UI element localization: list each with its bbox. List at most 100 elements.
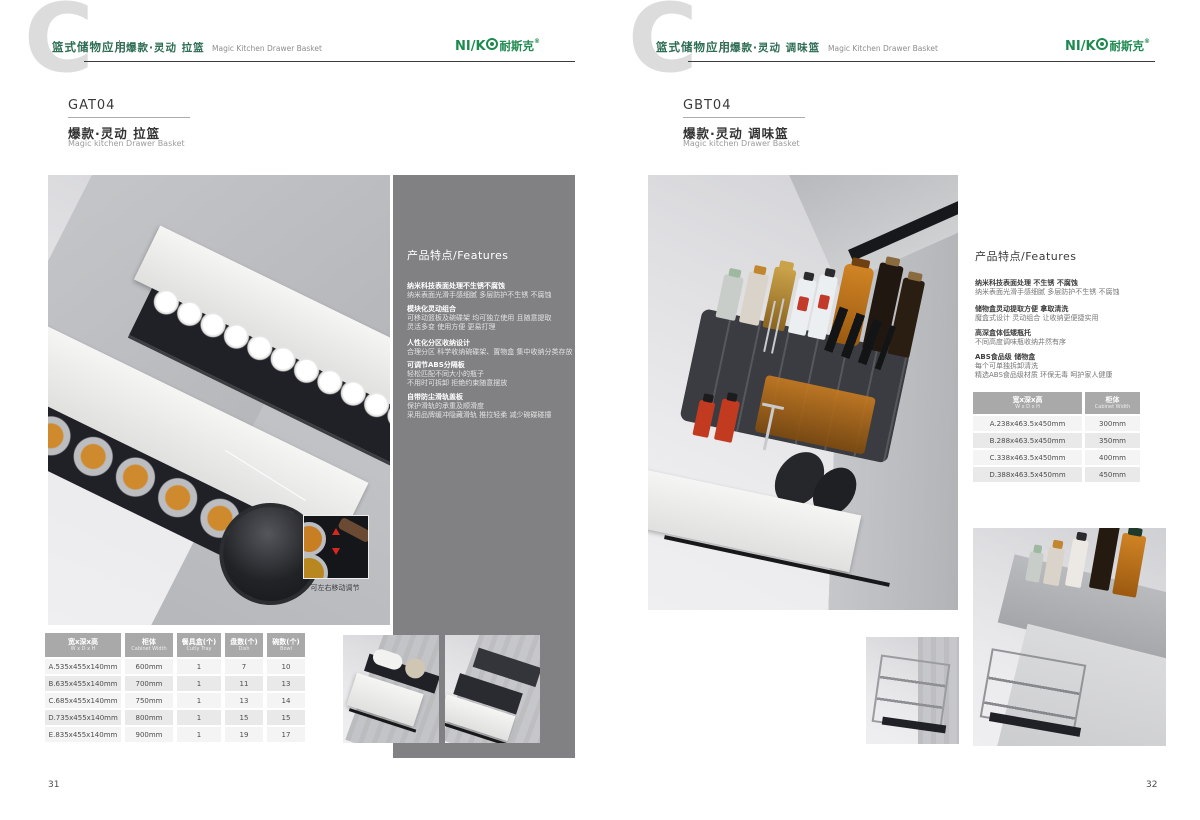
table-cell: A.535x455x140mm	[45, 659, 121, 674]
table-cell: C.338x463.5x450mm	[973, 450, 1082, 465]
bottle	[1065, 538, 1089, 588]
feature-line: 每个可单独拆卸清洗	[975, 362, 1112, 371]
table-cell: 15	[267, 710, 305, 725]
bottle-cap	[779, 260, 794, 271]
product-name-en: Magic kitchen Drawer Basket	[683, 139, 800, 148]
series-title: 爆款·灵动 调味篮	[730, 40, 820, 55]
header-divider	[119, 40, 120, 53]
main-photo-drawer-basket: 可左右移动调节	[48, 175, 390, 625]
feature-group: 可调节ABS分隔板 轻松匹配不同大小的瓶子 不用时可拆卸 拒绝约束随意摆放	[407, 361, 507, 388]
up-arrow-icon	[332, 528, 340, 535]
header-divider	[723, 40, 724, 53]
inset-handle	[337, 517, 369, 544]
table-cell: C.685x455x140mm	[45, 693, 121, 708]
table-row: A.535x455x140mm 600mm 1 7 10	[45, 659, 305, 674]
table-cell: 15	[225, 710, 263, 725]
thumb-photo-basket-loaded	[343, 635, 439, 743]
col-header: 宽x深x高 W x D x H	[45, 633, 121, 657]
product-name-en: Magic kitchen Drawer Basket	[68, 139, 185, 148]
table-row: C.685x455x140mm 750mm 1 13 14	[45, 693, 305, 708]
main-photo-spice-basket	[648, 175, 958, 610]
brand-logo-cn: 耐斯克	[500, 39, 535, 53]
table-cell: 750mm	[125, 693, 173, 708]
oil-bottle	[1112, 533, 1146, 598]
series-title: 爆款·灵动 拉篮	[126, 40, 205, 55]
brand-logo-cn: 耐斯克	[1110, 39, 1145, 53]
brand-logo-latin: NI/K	[1065, 39, 1096, 54]
table-cell: 900mm	[125, 727, 173, 742]
down-arrow-icon	[332, 548, 340, 555]
table-cell: 19	[225, 727, 263, 742]
series-title-en: Magic Kitchen Drawer Basket	[212, 44, 322, 53]
inset-jar	[303, 522, 326, 556]
col-header-cn: 宽x深x高	[68, 638, 98, 646]
feature-line: 自带防尘滑轨盖板	[407, 393, 551, 402]
col-header-cn: 柜体	[1106, 396, 1120, 404]
feature-group: 纳米科技表面处理 不生锈 不腐蚀 纳米表面光滑手感细腻 多层防护不生锈 不腐蚀	[975, 279, 1119, 297]
brand-logo-o-icon	[486, 38, 498, 50]
detail-inset	[303, 515, 369, 579]
feature-line: 不同高度调味瓶收纳井然有序	[975, 338, 1066, 347]
table-cell: B.635x455x140mm	[45, 676, 121, 691]
table-cell: 700mm	[125, 676, 173, 691]
feature-line: 纳米科技表面处理不生锈不腐蚀	[407, 282, 551, 291]
feature-group: ABS食品级 储物盒 每个可单独拆卸清洗 精选ABS食品级材质 环保无毒 呵护家…	[975, 353, 1112, 380]
catalog-spread: C 篮式储物应用 爆款·灵动 拉篮 Magic Kitchen Drawer B…	[0, 0, 1200, 820]
bottle-cap	[1052, 540, 1063, 550]
table-cell: 300mm	[1085, 416, 1140, 431]
table-cell: D.735x455x140mm	[45, 710, 121, 725]
feature-line: 可调节ABS分隔板	[407, 361, 507, 370]
table-cell: 1	[177, 693, 221, 708]
feature-line: 纳米表面光滑手感细腻 多层防护不生锈 不腐蚀	[407, 291, 551, 300]
feature-line: 高深盒体低矮瓶托	[975, 329, 1066, 338]
table-cell: D.388x463.5x450mm	[973, 467, 1082, 482]
bottle-cap	[1127, 528, 1143, 537]
code-underline	[68, 117, 190, 118]
table-cell: 1	[177, 659, 221, 674]
col-header-en: Bowl	[280, 646, 292, 653]
features-title: 产品特点/Features	[407, 247, 509, 263]
feature-group: 模块化灵动组合 可移动篮板及碗碟架 均可独立使用 且随意提取 灵活多变 使用方便…	[407, 305, 551, 332]
brand-logo: NI/K耐斯克®	[1065, 38, 1150, 54]
table-row: B.288x463.5x450mm 350mm	[973, 433, 1140, 448]
col-header-cn: 宽x深x高	[1012, 396, 1042, 404]
header-rule	[688, 61, 1155, 62]
table-cell: E.835x455x140mm	[45, 727, 121, 742]
header-rule	[84, 61, 575, 62]
feature-line: 保护滑轨的承重及顺滑度	[407, 402, 551, 411]
table-cell: 600mm	[125, 659, 173, 674]
feature-line: 合理分区 科学收纳碗碟架、置物盒 集中收纳分类存放	[407, 348, 572, 357]
table-row: D.735x455x140mm 800mm 1 15 15	[45, 710, 305, 725]
col-header-en: Cutly Tray	[187, 646, 212, 653]
brand-logo-latin: NI/K	[455, 39, 486, 54]
col-header-cn: 餐具盒(个)	[182, 638, 216, 646]
bottle	[1043, 546, 1065, 586]
page-number: 31	[48, 780, 59, 790]
brand-logo: NI/K耐斯克®	[455, 38, 540, 54]
bottle-cap	[728, 268, 741, 278]
col-header-en: Cabinet Width	[131, 646, 166, 653]
bottle-cap	[908, 271, 923, 282]
feature-line: 人性化分区收纳设计	[407, 339, 572, 348]
col-header: 餐具盒(个) Cutly Tray	[177, 633, 221, 657]
bottle-cap	[803, 271, 815, 281]
callout-label: 可左右移动调节	[283, 583, 387, 593]
inset-jar	[303, 554, 328, 579]
product-code: GBT04	[683, 98, 731, 113]
table-cell: 13	[225, 693, 263, 708]
table-header-row: 宽x深x高 W x D x H 柜体 Cabinet Width	[973, 392, 1140, 414]
col-header-en: Cabinet Width	[1095, 404, 1130, 411]
table-cell: 1	[177, 676, 221, 691]
feature-line: 魔盒式设计 灵动组合 让收纳更便捷实用	[975, 314, 1098, 323]
col-header: 柜体 Cabinet Width	[125, 633, 173, 657]
series-title-en: Magic Kitchen Drawer Basket	[828, 44, 938, 53]
table-row: B.635x455x140mm 700mm 1 11 13	[45, 676, 305, 691]
table-cell: 450mm	[1085, 467, 1140, 482]
table-cell: 1	[177, 710, 221, 725]
thumb-photo-wire-basket	[866, 637, 959, 744]
table-cell: 17	[267, 727, 305, 742]
feature-line: 灵活多变 使用方便 更易打理	[407, 323, 551, 332]
bottle-label	[817, 294, 830, 310]
table-cell: 1	[177, 727, 221, 742]
feature-line: 采用品牌缓冲隐藏滑轨 推拉轻柔 减少碗碟碰撞	[407, 411, 551, 420]
